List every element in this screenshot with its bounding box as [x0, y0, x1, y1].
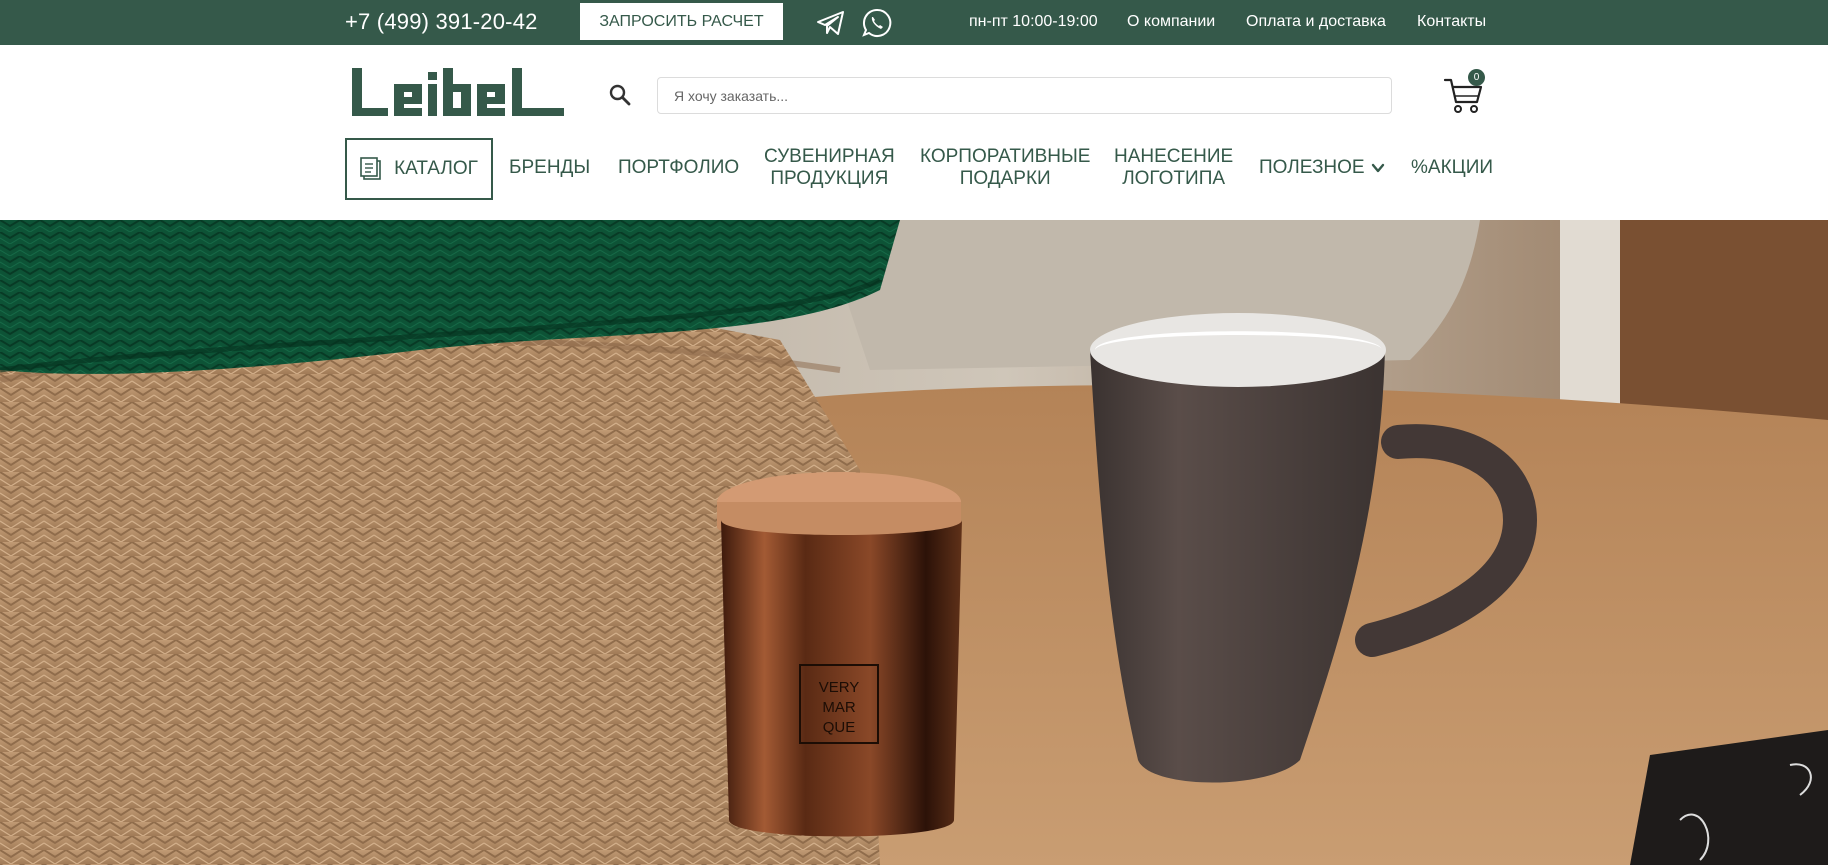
candle-brand-line3: QUE	[823, 719, 856, 736]
nav-link-payment-delivery[interactable]: Оплата и доставка	[1246, 13, 1386, 31]
menu-item-logo-line2: ЛОГОТИПА	[1122, 168, 1226, 189]
menu-item-brands[interactable]: БРЕНДЫ	[509, 157, 590, 179]
catalog-button[interactable]: КАТАЛОГ	[345, 138, 493, 200]
whatsapp-icon[interactable]	[861, 7, 893, 39]
telegram-icon[interactable]	[815, 7, 847, 39]
top-bar: +7 (499) 391-20-42 ЗАПРОСИТЬ РАСЧЕТ пн-п…	[0, 0, 1828, 45]
menu-item-souvenir-line1: СУВЕНИРНАЯ	[764, 146, 895, 167]
catalog-icon	[360, 157, 381, 180]
nav-link-about[interactable]: О компании	[1127, 13, 1215, 31]
menu-item-useful-label: ПОЛЕЗНОЕ	[1259, 157, 1365, 178]
menu-item-useful[interactable]: ПОЛЕЗНОЕ	[1259, 157, 1385, 179]
catalog-label: КАТАЛОГ	[394, 158, 478, 179]
menu-item-portfolio[interactable]: ПОРТФОЛИО	[618, 157, 739, 179]
cart-count-badge: 0	[1468, 69, 1485, 86]
menu-item-logo-printing[interactable]: НАНЕСЕНИЕ ЛОГОТИПА	[1114, 146, 1233, 190]
candle-brand-line1: VERY	[819, 679, 860, 696]
menu-item-corporate-line2: ПОДАРКИ	[959, 168, 1051, 189]
hero-banner[interactable]: VERY MAR QUE	[0, 220, 1828, 865]
menu-item-sales[interactable]: %АКЦИИ	[1411, 157, 1493, 179]
search-icon[interactable]	[608, 83, 632, 107]
request-quote-button[interactable]: ЗАПРОСИТЬ РАСЧЕТ	[580, 3, 783, 40]
nav-link-contacts[interactable]: Контакты	[1417, 13, 1486, 31]
menu-item-logo-line1: НАНЕСЕНИЕ	[1114, 146, 1234, 167]
candle-brand-line2: MAR	[822, 699, 856, 716]
leibel-logo[interactable]	[350, 66, 566, 118]
menu-item-corporate-gifts[interactable]: КОРПОРАТИВНЫЕ ПОДАРКИ	[920, 146, 1090, 190]
menu-item-corporate-line1: КОРПОРАТИВНЫЕ	[920, 146, 1091, 167]
hero-photo: VERY MAR QUE	[0, 220, 1828, 865]
working-hours: пн-пт 10:00-19:00	[969, 13, 1098, 30]
phone-link[interactable]: +7 (499) 391-20-42	[345, 9, 538, 35]
menu-item-souvenir-line2: ПРОДУКЦИЯ	[770, 168, 889, 189]
search-input[interactable]	[657, 77, 1392, 114]
chevron-down-icon	[1371, 163, 1384, 173]
menu-item-souvenir[interactable]: СУВЕНИРНАЯ ПРОДУКЦИЯ	[764, 146, 895, 190]
